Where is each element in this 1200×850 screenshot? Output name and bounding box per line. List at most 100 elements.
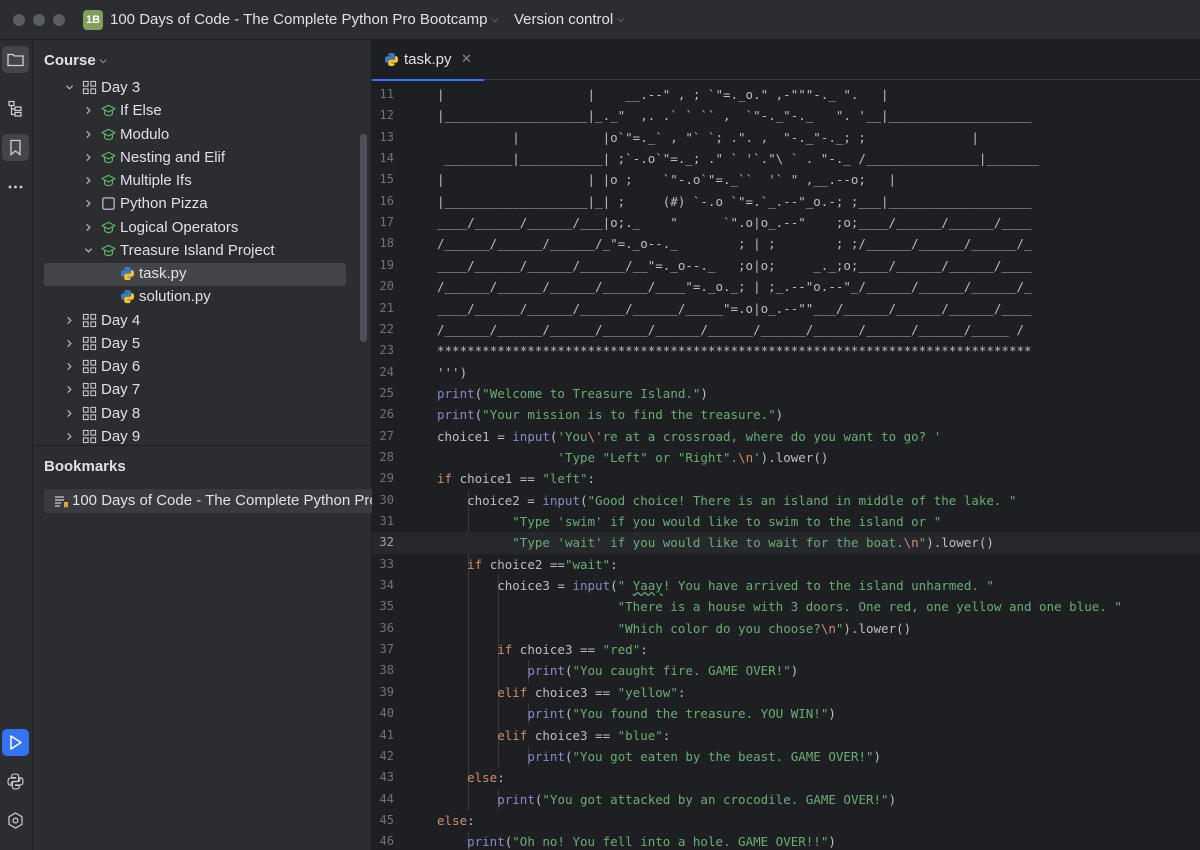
course-tool-button[interactable]	[2, 46, 29, 73]
code-line[interactable]: 13 | |o`"=._` , "` `; .". , "-._"-._; ; …	[372, 127, 1200, 148]
code-line[interactable]: 25 print("Welcome to Treasure Island.")	[372, 383, 1200, 404]
structure-tool-button[interactable]	[2, 95, 29, 122]
code-line[interactable]: 21 ____/______/______/______/______/_____…	[372, 298, 1200, 319]
tree-item-modulo[interactable]: Modulo	[33, 123, 372, 146]
chevron-right-icon[interactable]	[84, 106, 93, 115]
code-text: choice1 = input('You\'re at a crossroad,…	[437, 428, 942, 444]
course-tree-scrollbar[interactable]	[360, 134, 367, 342]
tree-item-task-py[interactable]: task.py	[33, 262, 372, 285]
minimize-window-button[interactable]	[33, 14, 45, 26]
tree-item-day-3[interactable]: Day 3	[33, 76, 372, 99]
python-console-button[interactable]	[2, 768, 29, 795]
code-line[interactable]: 38 print("You caught fire. GAME OVER!")	[372, 660, 1200, 681]
project-badge[interactable]: 1B	[83, 10, 103, 30]
code-line[interactable]: 14 _________|___________| ;`-.o`"=._; ."…	[372, 148, 1200, 169]
code-line[interactable]: 18 /______/______/______/_"=._o--._ ; | ;…	[372, 233, 1200, 254]
chevron-right-icon[interactable]	[65, 432, 74, 441]
code-line[interactable]: 36 "Which color do you choose?\n").lower…	[372, 618, 1200, 639]
services-tool-button[interactable]	[2, 807, 29, 834]
close-window-button[interactable]	[13, 14, 25, 26]
tree-item-day-8[interactable]: Day 8	[33, 402, 372, 425]
chevron-right-icon[interactable]	[84, 199, 93, 208]
line-number: 37	[379, 642, 394, 657]
bookmark-list-icon	[55, 496, 68, 508]
code-line[interactable]: 45 else:	[372, 810, 1200, 831]
tree-item-logical-operators[interactable]: Logical Operators	[33, 216, 372, 239]
tree-item-multiple-ifs[interactable]: Multiple Ifs	[33, 169, 372, 192]
code-line[interactable]: 12 |___________________|_._" ,. .` ` `` ,…	[372, 105, 1200, 126]
more-tools-button[interactable]	[2, 173, 29, 200]
chevron-down-icon[interactable]	[65, 83, 74, 92]
chevron-right-icon[interactable]	[84, 153, 93, 162]
code-line[interactable]: 41 elif choice3 == "blue":	[372, 725, 1200, 746]
code-line[interactable]: 39 elif choice3 == "yellow":	[372, 682, 1200, 703]
code-line[interactable]: 40 print("You found the treasure. YOU WI…	[372, 703, 1200, 724]
code-line[interactable]: 26 print("Your mission is to find the tre…	[372, 404, 1200, 425]
chevron-right-icon[interactable]	[65, 385, 74, 394]
tree-item-day-6[interactable]: Day 6	[33, 355, 372, 378]
tree-item-day-5[interactable]: Day 5	[33, 332, 372, 355]
code-text: else:	[437, 812, 475, 828]
version-control-menu[interactable]: Version control ⌵	[514, 11, 624, 28]
chevron-down-icon[interactable]	[84, 246, 93, 255]
zoom-window-button[interactable]	[53, 14, 65, 26]
tree-item-day-7[interactable]: Day 7	[33, 378, 372, 401]
code-text: print("Your mission is to find the treas…	[437, 407, 784, 423]
code-text: | | |o ; `"-.o`"=._`` '` " ,__.--o; |	[437, 172, 897, 188]
project-selector[interactable]: 100 Days of Code - The Complete Python P…	[110, 11, 498, 28]
code-line[interactable]: 22 /______/______/______/______/______/__…	[372, 319, 1200, 340]
code-line[interactable]: 28 'Type "Left" or "Right".\n').lower()	[372, 447, 1200, 468]
code-line[interactable]: 43 else:	[372, 767, 1200, 788]
code-line[interactable]: 17 ____/______/______/___|o;._ " `".o|o_.…	[372, 212, 1200, 233]
run-tool-button[interactable]	[2, 729, 29, 756]
chevron-right-icon[interactable]	[65, 409, 74, 418]
line-number: 39	[379, 684, 394, 699]
chevron-right-icon[interactable]	[84, 130, 93, 139]
code-line[interactable]: 34 choice3 = input(" Yaay! You have arri…	[372, 575, 1200, 596]
bookmarks-tool-button[interactable]	[2, 134, 29, 161]
graduation-cap-icon	[101, 174, 116, 187]
code-line[interactable]: 20 /______/______/______/______/____"=._o…	[372, 276, 1200, 297]
line-number: 42	[379, 748, 394, 763]
code-text: /______/______/______/______/____"=._o._…	[437, 279, 1032, 295]
code-line[interactable]: 15 | | |o ; `"-.o`"=._`` '` " ,__.--o; |	[372, 169, 1200, 190]
line-number: 32	[379, 535, 394, 550]
code-line[interactable]: 32 "Type 'wait' if you would like to wai…	[372, 532, 1200, 554]
chevron-right-icon[interactable]	[84, 176, 93, 185]
tree-item-solution-py[interactable]: solution.py	[33, 285, 372, 308]
code-line[interactable]: 33 if choice2 =="wait":	[372, 554, 1200, 575]
code-line[interactable]: 35 "There is a house with 3 doors. One r…	[372, 596, 1200, 617]
module-icon	[82, 336, 97, 350]
code-line[interactable]: 46 print("Oh no! You fell into a hole. G…	[372, 831, 1200, 850]
code-line[interactable]: 29 if choice1 == "left":	[372, 468, 1200, 489]
tree-item-if-else[interactable]: If Else	[33, 99, 372, 122]
chevron-right-icon[interactable]	[84, 223, 93, 232]
code-line[interactable]: 42 print("You got eaten by the beast. GA…	[372, 746, 1200, 767]
tab-task-py[interactable]: task.py ✕	[372, 40, 484, 81]
code-line[interactable]: 16 |___________________|_| ; (#) `-.o `"=…	[372, 191, 1200, 212]
code-line[interactable]: 23 **************************************…	[372, 340, 1200, 361]
course-panel-header[interactable]: Course ⌵	[44, 52, 107, 69]
code-line[interactable]: 19 ____/______/______/______/__"=._o--._ …	[372, 255, 1200, 276]
tree-item-day-4[interactable]: Day 4	[33, 309, 372, 332]
chevron-right-icon[interactable]	[65, 362, 74, 371]
tree-item-nesting-and-elif[interactable]: Nesting and Elif	[33, 146, 372, 169]
code-line[interactable]: 31 "Type 'swim' if you would like to swi…	[372, 511, 1200, 532]
line-number: 34	[379, 578, 394, 593]
code-line[interactable]: 27 choice1 = input('You\'re at a crossroa…	[372, 426, 1200, 447]
chevron-right-icon[interactable]	[65, 316, 74, 325]
tree-item-treasure-island-project[interactable]: Treasure Island Project	[33, 239, 372, 262]
code-line[interactable]: 11 | | __.--" , ; `"=._o." ,-"""-._ ". |	[372, 84, 1200, 105]
code-line[interactable]: 30 choice2 = input("Good choice! There i…	[372, 490, 1200, 511]
code-text: elif choice3 == "yellow":	[497, 684, 686, 700]
tree-item-python-pizza[interactable]: Python Pizza	[33, 192, 372, 215]
close-tab-icon[interactable]: ✕	[461, 51, 472, 67]
code-line[interactable]: 44 print("You got attacked by an crocodi…	[372, 789, 1200, 810]
tab-label: task.py	[404, 51, 452, 68]
bookmark-item[interactable]: 100 Days of Code - The Complete Python P…	[44, 489, 372, 513]
chevron-right-icon[interactable]	[65, 339, 74, 348]
code-line[interactable]: 37 if choice3 == "red":	[372, 639, 1200, 660]
code-line[interactable]: 24 ''')	[372, 362, 1200, 383]
line-number: 16	[379, 193, 394, 208]
line-number: 31	[379, 514, 394, 528]
